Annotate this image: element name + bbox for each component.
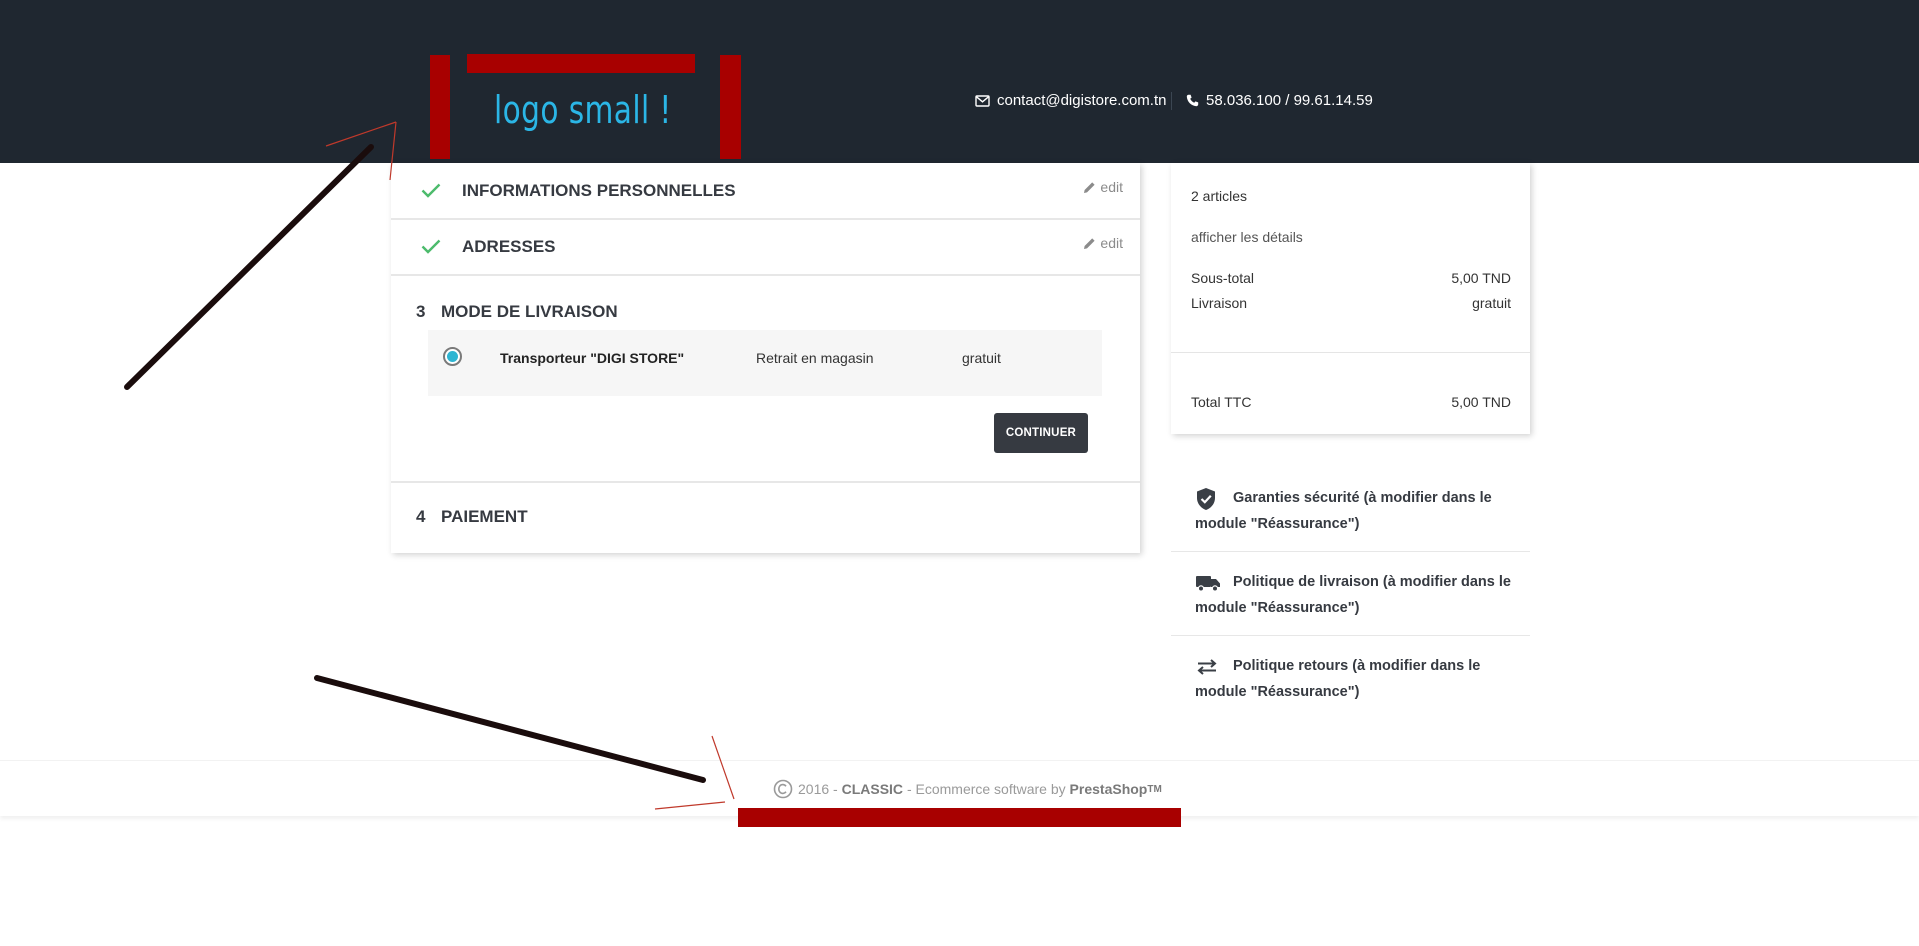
envelope-icon	[975, 94, 990, 107]
summary-shipping: Livraison gratuit	[1191, 295, 1511, 311]
summary-divider	[1171, 352, 1530, 353]
trademark: TM	[1147, 783, 1162, 795]
copyright-icon	[773, 779, 793, 799]
radio-selected-dot	[447, 351, 458, 362]
show-details-text: afficher les détails	[1191, 229, 1303, 245]
footer-copyright: 2016 - CLASSIC - Ecommerce software by P…	[773, 779, 1162, 799]
contact-divider	[1171, 92, 1172, 110]
footer-middle-text: - Ecommerce software by	[906, 781, 1066, 797]
theme-name: CLASSIC	[841, 781, 904, 797]
step-number: 4	[416, 507, 426, 526]
step-title: MODE DE LIVRAISON	[441, 302, 618, 321]
checkout-step-shipping: 3 MODE DE LIVRAISON Transporteur "DIGI S…	[391, 276, 1140, 483]
summary-total: Total TTC 5,00 TND	[1191, 394, 1511, 410]
phone-icon	[1186, 94, 1199, 107]
step-title: INFORMATIONS PERSONNELLES	[462, 181, 736, 200]
contact-email-text: contact@digistore.com.tn	[997, 92, 1167, 109]
reassurance-text: Politique retours (à modifier dans le mo…	[1195, 658, 1481, 700]
reassurance-text: Garanties sécurité (à modifier dans le m…	[1195, 490, 1492, 532]
cart-summary: 2 articles afficher les détails Sous-tot…	[1171, 163, 1530, 434]
reassurance-block: Garanties sécurité (à modifier dans le m…	[1171, 468, 1530, 720]
step-title: PAIEMENT	[441, 507, 528, 526]
step-number: 3	[416, 302, 426, 321]
edit-link[interactable]: edit	[1083, 235, 1123, 251]
subtotal-value: 5,00 TND	[1451, 270, 1511, 286]
reassurance-item: Politique retours (à modifier dans le mo…	[1171, 636, 1530, 720]
summary-subtotal: Sous-total 5,00 TND	[1191, 270, 1511, 286]
subtotal-label: Sous-total	[1191, 270, 1255, 286]
step-title: ADRESSES	[462, 237, 556, 256]
carrier-price: gratuit	[962, 350, 1001, 366]
show-details-link[interactable]: afficher les détails	[1191, 229, 1511, 245]
vendor-link[interactable]: PrestaShop	[1070, 781, 1148, 797]
site-footer: 2016 - CLASSIC - Ecommerce software by P…	[0, 760, 1919, 816]
edit-label: edit	[1100, 179, 1123, 195]
summary-items-count: 2 articles	[1191, 188, 1511, 204]
carrier-delay: Retrait en magasin	[756, 350, 874, 366]
annotation-black-arrow	[124, 144, 374, 390]
carrier-option[interactable]: Transporteur "DIGI STORE" Retrait en mag…	[428, 330, 1102, 396]
edit-link[interactable]: edit	[1083, 179, 1123, 195]
contact-phone[interactable]: 58.036.100 / 99.61.14.59	[1186, 92, 1373, 109]
site-logo[interactable]: logo small !	[494, 88, 672, 132]
continue-button[interactable]: CONTINUER	[994, 413, 1088, 453]
contact-email[interactable]: contact@digistore.com.tn	[975, 92, 1166, 109]
reassurance-item: Politique de livraison (à modifier dans …	[1171, 552, 1530, 636]
reassurance-item: Garanties sécurité (à modifier dans le m…	[1171, 468, 1530, 552]
carrier-name: Transporteur "DIGI STORE"	[500, 350, 685, 366]
total-value: 5,00 TND	[1451, 394, 1511, 410]
checkmark-icon	[421, 183, 441, 198]
checkout-step-payment[interactable]: 4 PAIEMENT	[391, 483, 1140, 553]
copyright-year: 2016 -	[798, 781, 838, 797]
shipping-label: Livraison	[1191, 295, 1248, 311]
checkout-step-addresses[interactable]: ADRESSES edit	[391, 220, 1140, 276]
site-header: logo small ! contact@digistore.com.tn 58…	[0, 0, 1919, 163]
checkmark-icon	[421, 239, 441, 254]
contact-phone-text: 58.036.100 / 99.61.14.59	[1206, 92, 1373, 109]
shipping-value: gratuit	[1472, 295, 1511, 311]
checkout-steps: INFORMATIONS PERSONNELLES edit ADRESSES …	[391, 163, 1140, 553]
reassurance-text: Politique de livraison (à modifier dans …	[1195, 574, 1511, 616]
pencil-icon	[1084, 181, 1096, 193]
pencil-icon	[1084, 237, 1096, 249]
edit-label: edit	[1100, 235, 1123, 251]
carrier-radio[interactable]	[443, 347, 462, 366]
checkout-step-personal-info[interactable]: INFORMATIONS PERSONNELLES edit	[391, 163, 1140, 220]
items-count-text: 2 articles	[1191, 188, 1248, 204]
total-label: Total TTC	[1191, 394, 1252, 410]
